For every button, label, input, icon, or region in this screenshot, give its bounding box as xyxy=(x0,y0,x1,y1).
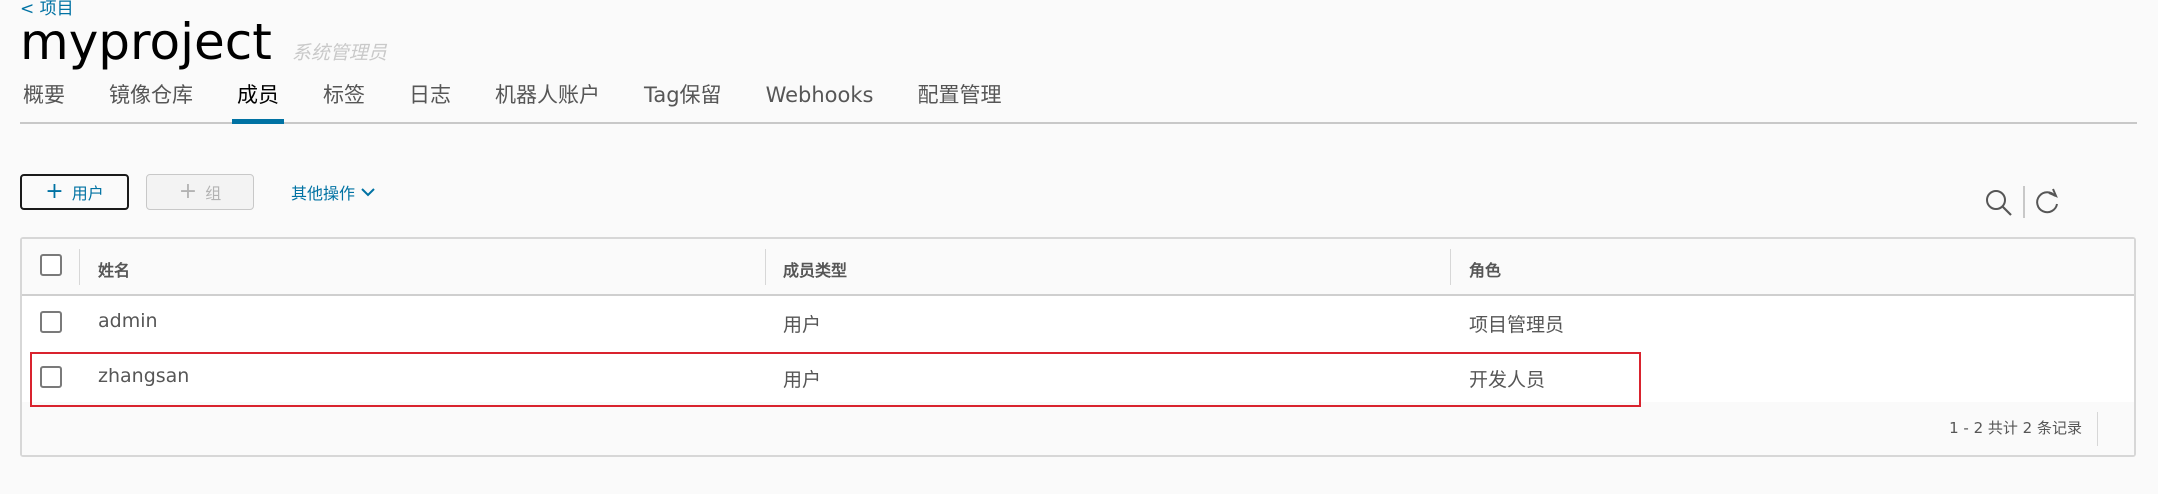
project-tabs: 概要 镜像仓库 成员 标签 日志 机器人账户 Tag保留 Webhooks 配置… xyxy=(20,78,2137,124)
plus-icon: + xyxy=(45,179,64,204)
row-checkbox[interactable] xyxy=(40,311,62,333)
page-title: myproject xyxy=(20,13,272,71)
tab-labels[interactable]: 标签 xyxy=(320,78,368,122)
tab-tag-retention[interactable]: Tag保留 xyxy=(641,78,725,122)
tab-repositories[interactable]: 镜像仓库 xyxy=(106,78,196,122)
add-user-label: 用户 xyxy=(71,184,104,203)
add-user-button[interactable]: + 用户 xyxy=(20,174,129,210)
column-separator xyxy=(79,249,80,285)
member-name: zhangsan xyxy=(98,365,190,387)
member-name: admin xyxy=(98,310,158,332)
column-separator xyxy=(765,249,766,285)
table-header: 姓名 成员类型 角色 xyxy=(22,239,2134,296)
role-hint: 系统管理员 xyxy=(291,42,387,64)
more-actions-dropdown[interactable]: 其他操作 xyxy=(291,180,375,204)
tab-members[interactable]: 成员 xyxy=(232,78,284,124)
column-header-role[interactable]: 角色 xyxy=(1469,257,1501,281)
member-role: 项目管理员 xyxy=(1469,314,1565,336)
search-icon[interactable] xyxy=(1985,189,2013,217)
member-type: 用户 xyxy=(783,369,822,391)
refresh-icon[interactable] xyxy=(2035,188,2061,216)
add-group-button[interactable]: + 组 xyxy=(146,174,254,210)
toolbar-divider xyxy=(2023,186,2025,218)
chevron-down-icon xyxy=(361,188,375,197)
pagination-summary: 1 - 2 共计 2 条记录 xyxy=(1949,419,2082,437)
members-table: 姓名 成员类型 角色 admin 用户 项目管理员 zhangsan 用户 开发… xyxy=(20,237,2136,457)
plus-icon: + xyxy=(178,179,198,204)
table-row: admin 用户 项目管理员 xyxy=(22,296,2134,353)
tab-configuration[interactable]: 配置管理 xyxy=(914,78,1004,122)
row-checkbox[interactable] xyxy=(40,366,62,388)
tab-logs[interactable]: 日志 xyxy=(406,78,454,122)
member-role: 开发人员 xyxy=(1469,369,1546,391)
tab-robot-accounts[interactable]: 机器人账户 xyxy=(492,78,603,122)
table-footer: 1 - 2 共计 2 条记录 xyxy=(22,402,2134,455)
tab-summary[interactable]: 概要 xyxy=(20,78,68,122)
page-header: myproject 系统管理员 xyxy=(20,12,387,72)
column-separator xyxy=(1450,249,1451,285)
more-actions-label: 其他操作 xyxy=(291,184,356,203)
column-header-type[interactable]: 成员类型 xyxy=(783,257,847,281)
table-row: zhangsan 用户 开发人员 xyxy=(22,351,2134,408)
select-all-checkbox[interactable] xyxy=(40,254,62,276)
tab-webhooks[interactable]: Webhooks xyxy=(763,78,877,122)
add-group-label: 组 xyxy=(205,184,222,203)
footer-divider xyxy=(2097,412,2098,446)
column-header-name[interactable]: 姓名 xyxy=(98,257,130,281)
member-type: 用户 xyxy=(783,314,822,336)
